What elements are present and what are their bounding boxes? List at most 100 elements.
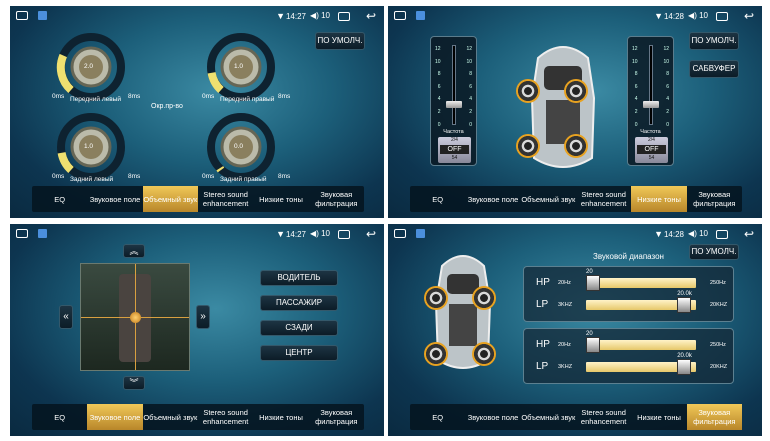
seat-preset-button[interactable]: ЦЕНТР — [260, 345, 338, 361]
app-icon[interactable] — [416, 229, 425, 238]
front-right-speaker-icon[interactable] — [472, 286, 496, 310]
filter-value: 20 — [586, 269, 593, 275]
frequency-selector[interactable]: 2/4 OFF 54 — [438, 137, 471, 163]
filter-name: LP — [536, 361, 549, 372]
tab-item[interactable]: Объемный звук — [142, 186, 198, 212]
recent-apps-icon[interactable] — [716, 230, 728, 239]
filter-slider[interactable]: 20.0k — [586, 353, 696, 375]
subwoofer-button[interactable]: САБВУФЕР — [689, 60, 739, 78]
filter-slider-thumb[interactable] — [586, 337, 600, 353]
tab-item[interactable]: EQ — [32, 404, 87, 430]
recent-apps-icon[interactable] — [716, 12, 728, 21]
seat-preset-button[interactable]: СЗАДИ — [260, 320, 338, 336]
tab-item[interactable]: Низкие тоны — [253, 404, 308, 430]
position-marker[interactable] — [130, 312, 141, 323]
back-arrow-icon[interactable]: ↩ — [744, 227, 754, 241]
left-frequency-slider[interactable]: 12 10 8 6 4 2 0 12 10 8 6 4 2 0 Частота 2/4 OFF 54 — [430, 36, 477, 166]
delay-knob[interactable]: 1.0 — [206, 32, 276, 102]
tab-item[interactable]: Звуковое поле — [465, 186, 520, 212]
right-frequency-slider[interactable]: 12 10 8 6 4 2 0 12 10 8 6 4 2 0 Частота 2/4 OFF 54 — [627, 36, 674, 166]
tab-item[interactable]: Звуковая фильтрация — [309, 404, 364, 430]
rear-right-speaker-icon[interactable] — [564, 134, 588, 158]
home-icon[interactable] — [16, 229, 28, 238]
app-icon[interactable] — [416, 11, 425, 20]
tab-item[interactable]: Объемный звук — [521, 186, 576, 212]
slider-label: Частота — [443, 129, 464, 135]
rear-right-speaker-icon[interactable] — [472, 342, 496, 366]
back-arrow-icon[interactable]: ↩ — [744, 9, 754, 23]
lp-filter-row[interactable]: LP 3KHZ 20.0k 20KHZ — [524, 353, 733, 377]
slider-ticks-right: 12 10 8 6 4 2 0 — [466, 46, 472, 128]
front-right-speaker-icon[interactable] — [564, 79, 588, 103]
filter-slider-thumb[interactable] — [677, 359, 692, 375]
clock: 14:27 — [285, 230, 306, 239]
app-icon[interactable] — [38, 229, 47, 238]
slider-ticks-left: 12 10 8 6 4 2 0 — [435, 46, 441, 128]
right-arrow-button[interactable]: » — [196, 305, 210, 329]
tab-item[interactable]: Stereo sound enhancement — [576, 186, 631, 212]
default-button[interactable]: ПО УМОЛЧ. — [689, 32, 739, 50]
tab-item[interactable]: Объемный звук — [143, 404, 198, 430]
seat-preset-button[interactable]: ВОДИТЕЛЬ — [260, 270, 338, 286]
left-arrow-button[interactable]: « — [59, 305, 73, 329]
filter-slider-thumb[interactable] — [586, 275, 600, 291]
tab-item[interactable]: Звуковая фильтрация — [309, 186, 364, 212]
filter-slider[interactable]: 20 — [586, 269, 696, 291]
tab-item[interactable]: Звуковая фильтрация — [686, 404, 742, 430]
tab-item[interactable]: EQ — [410, 186, 465, 212]
tab-item[interactable]: Звуковое поле — [465, 404, 520, 430]
home-icon[interactable] — [394, 11, 406, 20]
delay-knob[interactable]: 1.0 — [56, 112, 126, 182]
slider-handle[interactable] — [643, 101, 659, 108]
tab-item[interactable]: EQ — [410, 404, 465, 430]
volume-indicator: ◀) 10 — [310, 11, 330, 20]
front-left-speaker-icon[interactable] — [424, 286, 448, 310]
slider-handle[interactable] — [446, 101, 462, 108]
tab-item[interactable]: Низкие тоны — [253, 186, 308, 212]
recent-apps-icon[interactable] — [338, 12, 350, 21]
back-arrow-icon[interactable]: ↩ — [366, 9, 376, 23]
tab-item[interactable]: Stereo sound enhancement — [198, 404, 253, 430]
tab-item[interactable]: Объемный звук — [521, 404, 576, 430]
lp-filter-row[interactable]: LP 3KHZ 20.0k 20KHZ — [524, 291, 733, 315]
home-icon[interactable] — [394, 229, 406, 238]
filter-slider[interactable]: 20.0k — [586, 291, 696, 313]
filter-value: 20 — [586, 331, 593, 337]
wifi-icon: ▼ — [654, 11, 663, 21]
tab-item[interactable]: Низкие тоны — [631, 186, 687, 212]
recent-apps-icon[interactable] — [338, 230, 350, 239]
tab-item[interactable]: Звуковое поле — [87, 186, 142, 212]
home-icon[interactable] — [16, 11, 28, 20]
knob-label: Передний левый — [70, 96, 121, 103]
front-left-speaker-icon[interactable] — [516, 79, 540, 103]
clock: 14:27 — [285, 12, 306, 21]
default-button[interactable]: ПО УМОЛЧ. — [315, 32, 365, 50]
filter-slider[interactable]: 20 — [586, 331, 696, 353]
seat-preset-button[interactable]: ПАССАЖИР — [260, 295, 338, 311]
sound-field-panel: ▼ 14:27 ◀) 10 ↩ ︽ ︾ « » ВОДИТЕЛЬ ПАССАЖИР… — [10, 224, 384, 436]
hp-filter-row[interactable]: HP 20Hz 20 250Hz — [524, 269, 733, 293]
sound-field-grid[interactable] — [80, 263, 190, 371]
hp-filter-row[interactable]: HP 20Hz 20 250Hz — [524, 331, 733, 355]
tab-item[interactable]: Stereo sound enhancement — [576, 404, 631, 430]
up-arrow-button[interactable]: ︽ — [123, 244, 145, 258]
delay-knob[interactable]: 2.0 — [56, 32, 126, 102]
rear-left-speaker-icon[interactable] — [424, 342, 448, 366]
clock: 14:28 — [663, 12, 684, 21]
volume-indicator: ◀) 10 — [688, 11, 708, 20]
filter-slider-thumb[interactable] — [677, 297, 692, 313]
back-arrow-icon[interactable]: ↩ — [366, 227, 376, 241]
tab-item[interactable]: Звуковая фильтрация — [687, 186, 742, 212]
tab-item[interactable]: EQ — [32, 186, 87, 212]
app-icon[interactable] — [38, 11, 47, 20]
tab-item[interactable]: Звуковое поле — [87, 404, 143, 430]
default-button[interactable]: ПО УМОЛЧ. — [689, 244, 739, 260]
frequency-selector[interactable]: 2/4 OFF 54 — [635, 137, 668, 163]
tab-item[interactable]: Низкие тоны — [631, 404, 686, 430]
down-arrow-button[interactable]: ︾ — [123, 376, 145, 390]
rear-left-speaker-icon[interactable] — [516, 134, 540, 158]
sound-range-title: Звуковой диапазон — [593, 252, 664, 261]
delay-knob[interactable]: 0.0 — [206, 112, 276, 182]
tab-item[interactable]: Stereo sound enhancement — [198, 186, 253, 212]
filter-max: 20KHZ — [710, 364, 728, 370]
